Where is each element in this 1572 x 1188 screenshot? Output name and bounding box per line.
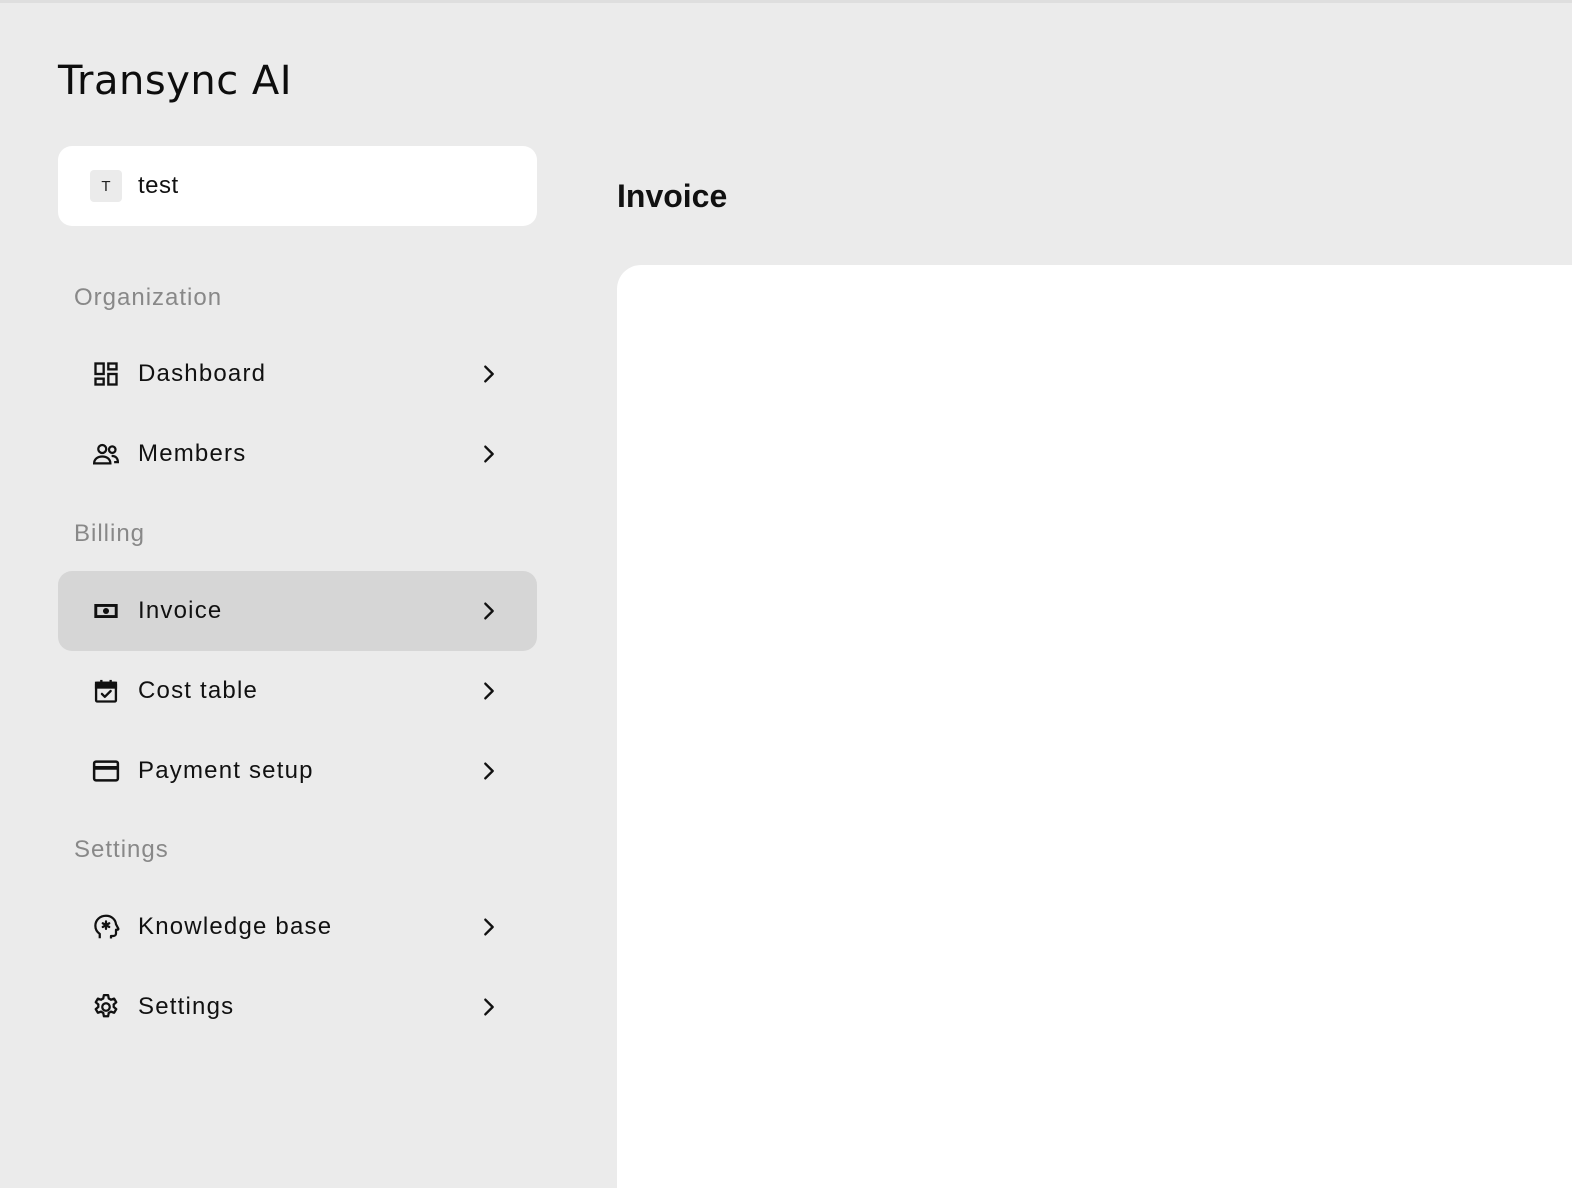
chevron-right-icon — [477, 679, 501, 703]
org-switcher[interactable]: T test — [58, 146, 537, 226]
sidebar-item-settings[interactable]: Settings — [58, 967, 537, 1047]
members-icon — [90, 438, 122, 470]
sidebar-item-invoice[interactable]: Invoice — [58, 571, 537, 651]
calendar-check-icon — [90, 675, 122, 707]
section-label-billing: Billing — [74, 520, 146, 547]
org-name: test — [138, 172, 179, 199]
gear-icon — [90, 991, 122, 1023]
section-label-organization: Organization — [74, 284, 223, 311]
page-title: Invoice — [617, 178, 728, 214]
chevron-right-icon — [477, 915, 501, 939]
sidebar-item-label: Cost table — [138, 677, 259, 704]
credit-card-icon — [90, 755, 122, 787]
chevron-right-icon — [477, 362, 501, 386]
chevron-right-icon — [477, 599, 501, 623]
sidebar-item-label: Dashboard — [138, 360, 267, 387]
sidebar-item-label: Members — [138, 440, 247, 467]
sidebar-item-members[interactable]: Members — [58, 414, 537, 494]
org-avatar: T — [90, 170, 122, 202]
section-label-settings: Settings — [74, 836, 169, 863]
sidebar-item-label: Knowledge base — [138, 913, 333, 940]
sidebar-item-payment-setup[interactable]: Payment setup — [58, 731, 537, 811]
content-panel — [617, 265, 1572, 1188]
sidebar-item-dashboard[interactable]: Dashboard — [58, 334, 537, 414]
dashboard-icon — [90, 358, 122, 390]
app-brand: Transync AI — [58, 58, 293, 104]
sidebar-item-label: Invoice — [138, 597, 223, 624]
chevron-right-icon — [477, 442, 501, 466]
chevron-right-icon — [477, 995, 501, 1019]
invoice-icon — [90, 595, 122, 627]
chevron-right-icon — [477, 759, 501, 783]
sidebar-item-cost-table[interactable]: Cost table — [58, 651, 537, 731]
sidebar-item-label: Settings — [138, 993, 235, 1020]
brain-head-icon — [90, 911, 122, 943]
top-border — [0, 0, 1572, 3]
sidebar-item-label: Payment setup — [138, 757, 314, 784]
sidebar-item-knowledge-base[interactable]: Knowledge base — [58, 887, 537, 967]
